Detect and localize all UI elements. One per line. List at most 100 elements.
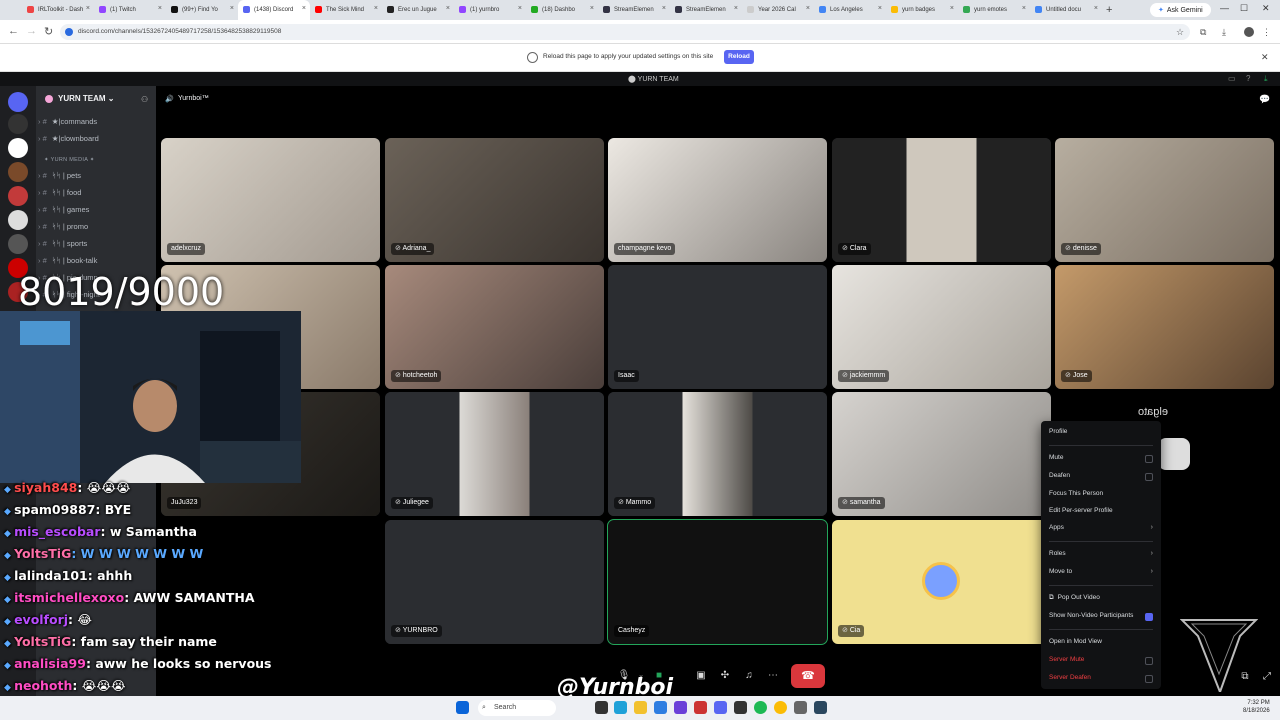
tab-close-icon[interactable]: ×: [446, 5, 450, 12]
menu-move-to[interactable]: Move to ›: [1049, 568, 1153, 580]
discord-home-icon[interactable]: [8, 92, 28, 112]
participant-tile[interactable]: ⊘ denisse: [1055, 138, 1274, 262]
tab-close-icon[interactable]: ×: [158, 5, 162, 12]
spotify-icon[interactable]: [754, 701, 767, 714]
file-explorer-icon[interactable]: [634, 701, 647, 714]
discord-taskbar-icon[interactable]: [714, 701, 727, 714]
server-icon-1[interactable]: [8, 114, 28, 134]
channel-item[interactable]: › # ᛋᛋ | book-talk: [38, 256, 97, 269]
server-icon-4[interactable]: [8, 186, 28, 206]
browser-tab[interactable]: yurn emotes ×: [958, 0, 1030, 20]
browser-tab[interactable]: (1438) Discord ×: [238, 0, 310, 20]
browser-tab[interactable]: The Sick Mind ×: [310, 0, 382, 20]
menu-show-non-video[interactable]: Show Non-Video Participants: [1049, 612, 1153, 624]
download-icon[interactable]: ⤓: [1222, 27, 1226, 38]
menu-deafen[interactable]: Deafen: [1049, 472, 1153, 484]
participant-tile[interactable]: ⊘ Mammo: [608, 392, 827, 516]
browser-tab[interactable]: (99+) Find Yo ×: [166, 0, 238, 20]
participant-tile[interactable]: adelxcruz: [161, 138, 380, 262]
channel-item[interactable]: › # ᛋᛋ | promo: [38, 222, 88, 235]
site-info-icon[interactable]: [65, 28, 73, 36]
menu-server-mute[interactable]: Server Mute: [1049, 656, 1153, 668]
tab-close-icon[interactable]: ×: [950, 5, 954, 12]
edge-icon[interactable]: [614, 701, 627, 714]
participant-tile[interactable]: champagne kevo: [608, 138, 827, 262]
channel-item[interactable]: › # ★|commands: [38, 117, 97, 130]
taskbar-search[interactable]: ⌕ Search: [478, 700, 556, 716]
tab-close-icon[interactable]: ×: [230, 5, 234, 12]
browser-tab[interactable]: Untitled docu ×: [1030, 0, 1102, 20]
tab-close-icon[interactable]: ×: [734, 5, 738, 12]
channel-item[interactable]: › # ᛋᛋ | games: [38, 205, 89, 218]
tab-close-icon[interactable]: ×: [806, 5, 810, 12]
menu-roles[interactable]: Roles ›: [1049, 550, 1153, 562]
fullscreen-icon[interactable]: ⤢: [1258, 667, 1276, 687]
tab-close-icon[interactable]: ×: [878, 5, 882, 12]
profile-avatar-icon[interactable]: [1244, 27, 1254, 37]
add-member-icon[interactable]: ⚇: [141, 95, 148, 104]
channel-item[interactable]: › # ᛋᛋ | food: [38, 188, 81, 201]
app-icon-2[interactable]: [794, 701, 807, 714]
download-app-icon[interactable]: ⤓: [1264, 74, 1268, 84]
streamdeck-icon[interactable]: [734, 701, 747, 714]
server-icon-6[interactable]: [8, 234, 28, 254]
participant-tile[interactable]: Casheyz: [607, 519, 828, 645]
ask-gemini-button[interactable]: ✦ Ask Gemini: [1150, 3, 1211, 17]
server-mute-checkbox[interactable]: [1145, 657, 1153, 665]
chat-icon[interactable]: 💬: [1259, 94, 1270, 105]
menu-profile[interactable]: Profile: [1049, 428, 1153, 440]
browser-tab[interactable]: (18) Dashbo ×: [526, 0, 598, 20]
leave-call-button[interactable]: ☎: [791, 664, 825, 688]
windows-start-icon[interactable]: [456, 701, 469, 714]
forward-icon[interactable]: →: [26, 25, 37, 37]
channel-item[interactable]: › # ᛋᛋ | sports: [38, 239, 87, 252]
screen-share-icon[interactable]: ▣: [692, 666, 710, 686]
refresh-icon[interactable]: ↻: [44, 25, 53, 38]
browser-tab[interactable]: StreamElemen ×: [670, 0, 742, 20]
soundboard-icon[interactable]: ♫: [740, 666, 758, 686]
inbox-icon[interactable]: ▭: [1228, 74, 1236, 83]
close-window-icon[interactable]: ✕: [1262, 3, 1270, 14]
menu-mute[interactable]: Mute: [1049, 454, 1153, 466]
menu-focus-person[interactable]: Focus This Person: [1049, 490, 1153, 502]
tab-close-icon[interactable]: ×: [590, 5, 594, 12]
task-view-icon[interactable]: [595, 701, 608, 714]
tab-close-icon[interactable]: ×: [662, 5, 666, 12]
close-infobar-icon[interactable]: ✕: [1261, 52, 1269, 63]
chrome-icon[interactable]: [774, 701, 787, 714]
back-icon[interactable]: ←: [8, 25, 19, 37]
browser-tab[interactable]: IRLToolkit - Dash ×: [22, 0, 94, 20]
browser-tab[interactable]: Los Angeles ×: [814, 0, 886, 20]
browser-tab[interactable]: yurn badges ×: [886, 0, 958, 20]
server-icon-3[interactable]: [8, 162, 28, 182]
taskbar-clock[interactable]: 7:32 PM 8/18/2026: [1243, 699, 1270, 715]
menu-edit-profile[interactable]: Edit Per-server Profile: [1049, 507, 1153, 519]
tab-close-icon[interactable]: ×: [86, 5, 90, 12]
channel-item[interactable]: › # ᛋᛋ | pets: [38, 171, 81, 184]
store-icon[interactable]: [654, 701, 667, 714]
steam-icon[interactable]: [814, 701, 827, 714]
bookmark-star-icon[interactable]: ☆: [1176, 27, 1184, 38]
participant-tile[interactable]: ⊘ YURNBRO: [385, 520, 604, 644]
more-options-icon[interactable]: ⋯: [764, 666, 782, 686]
app-icon[interactable]: [674, 701, 687, 714]
participant-tile[interactable]: ⊘ hotcheetoh: [385, 265, 604, 389]
obs-icon[interactable]: [694, 701, 707, 714]
participant-tile[interactable]: ⊘ Jose: [1055, 265, 1274, 389]
server-icon-2[interactable]: [8, 138, 28, 158]
channel-item[interactable]: › # ★|clownboard: [38, 134, 99, 147]
tab-close-icon[interactable]: ×: [1094, 5, 1098, 12]
participant-tile[interactable]: ⊘ Juliegee: [385, 392, 604, 516]
browser-tab[interactable]: Year 2026 Cal ×: [742, 0, 814, 20]
maximize-icon[interactable]: ☐: [1240, 3, 1248, 14]
server-name[interactable]: YURN TEAM ⌄: [58, 94, 115, 103]
extensions-icon[interactable]: ⧉: [1200, 27, 1206, 38]
menu-open-mod-view[interactable]: Open in Mod View: [1049, 638, 1153, 650]
participant-tile[interactable]: Isaac: [608, 265, 827, 389]
browser-tab[interactable]: (1) Twitch ×: [94, 0, 166, 20]
participant-tile[interactable]: ⊘ Adriana_: [385, 138, 604, 262]
browser-tab[interactable]: Erec un Jugue ×: [382, 0, 454, 20]
menu-icon[interactable]: ⋮: [1262, 27, 1271, 38]
tab-close-icon[interactable]: ×: [302, 5, 306, 12]
reload-button[interactable]: Reload: [724, 50, 754, 64]
